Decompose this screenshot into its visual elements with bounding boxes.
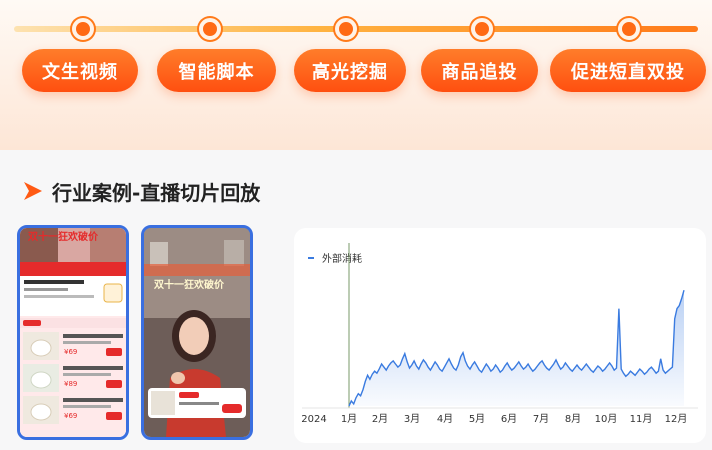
svg-text:¥69: ¥69 — [64, 348, 77, 356]
play-arrow-icon — [24, 182, 42, 200]
timeline-dot — [618, 18, 640, 40]
timeline-dot — [72, 18, 94, 40]
x-tick-label: 10月 — [595, 413, 618, 425]
case-phone-screenshot-1: ¥69 ¥89 ¥69 双十一狂欢破价 — [17, 225, 129, 440]
live-host-screenshot-image — [144, 228, 250, 437]
x-tick-label: 4月 — [437, 413, 453, 425]
x-tick-label: 6月 — [501, 413, 517, 425]
x-tick-label: 2024 — [301, 414, 326, 425]
x-tick-label: 5月 — [469, 413, 485, 425]
x-tick-label: 7月 — [533, 413, 549, 425]
spend-line-chart: 2024 1月 2月 3月 4月 5月 6月 7月 8月 10月 11月 12月 — [301, 243, 698, 425]
x-tick-label: 3月 — [404, 413, 420, 425]
x-tick-label: 1月 — [341, 413, 357, 425]
x-tick-label: 11月 — [630, 413, 653, 425]
step-pill-short-live-dual[interactable]: 促进短直双投 — [550, 49, 706, 92]
step-pill-product-retargeting[interactable]: 商品追投 — [421, 49, 538, 92]
series-area-fill — [349, 290, 684, 406]
timeline-dot — [471, 18, 493, 40]
x-tick-label: 2月 — [372, 413, 388, 425]
step-pill-smart-script[interactable]: 智能脚本 — [157, 49, 276, 92]
section-title: 行业案例-直播切片回放 — [52, 180, 261, 205]
phone2-banner: 双十一狂欢破价 — [154, 280, 224, 291]
step-pill-text-to-video[interactable]: 文生视频 — [22, 49, 138, 92]
section-header: 行业案例-直播切片回放 — [22, 176, 260, 206]
phone1-banner: 双十一狂欢破价 — [28, 232, 98, 243]
x-tick-label: 8月 — [565, 413, 581, 425]
case-phone-screenshot-2: 双十一狂欢破价 — [141, 225, 253, 440]
spend-chart-card: 外部消耗 2024 1月 2月 3月 4月 5月 6月 7月 8月 10月 11月 12月 — [294, 228, 706, 443]
live-shop-screenshot-image: ¥69 ¥89 ¥69 — [20, 228, 126, 437]
timeline-dot — [199, 18, 221, 40]
svg-text:¥89: ¥89 — [64, 380, 77, 388]
timeline-dot — [335, 18, 357, 40]
step-pill-highlight-mining[interactable]: 高光挖掘 — [294, 49, 406, 92]
svg-text:¥69: ¥69 — [64, 412, 77, 420]
x-tick-label: 12月 — [665, 413, 688, 425]
